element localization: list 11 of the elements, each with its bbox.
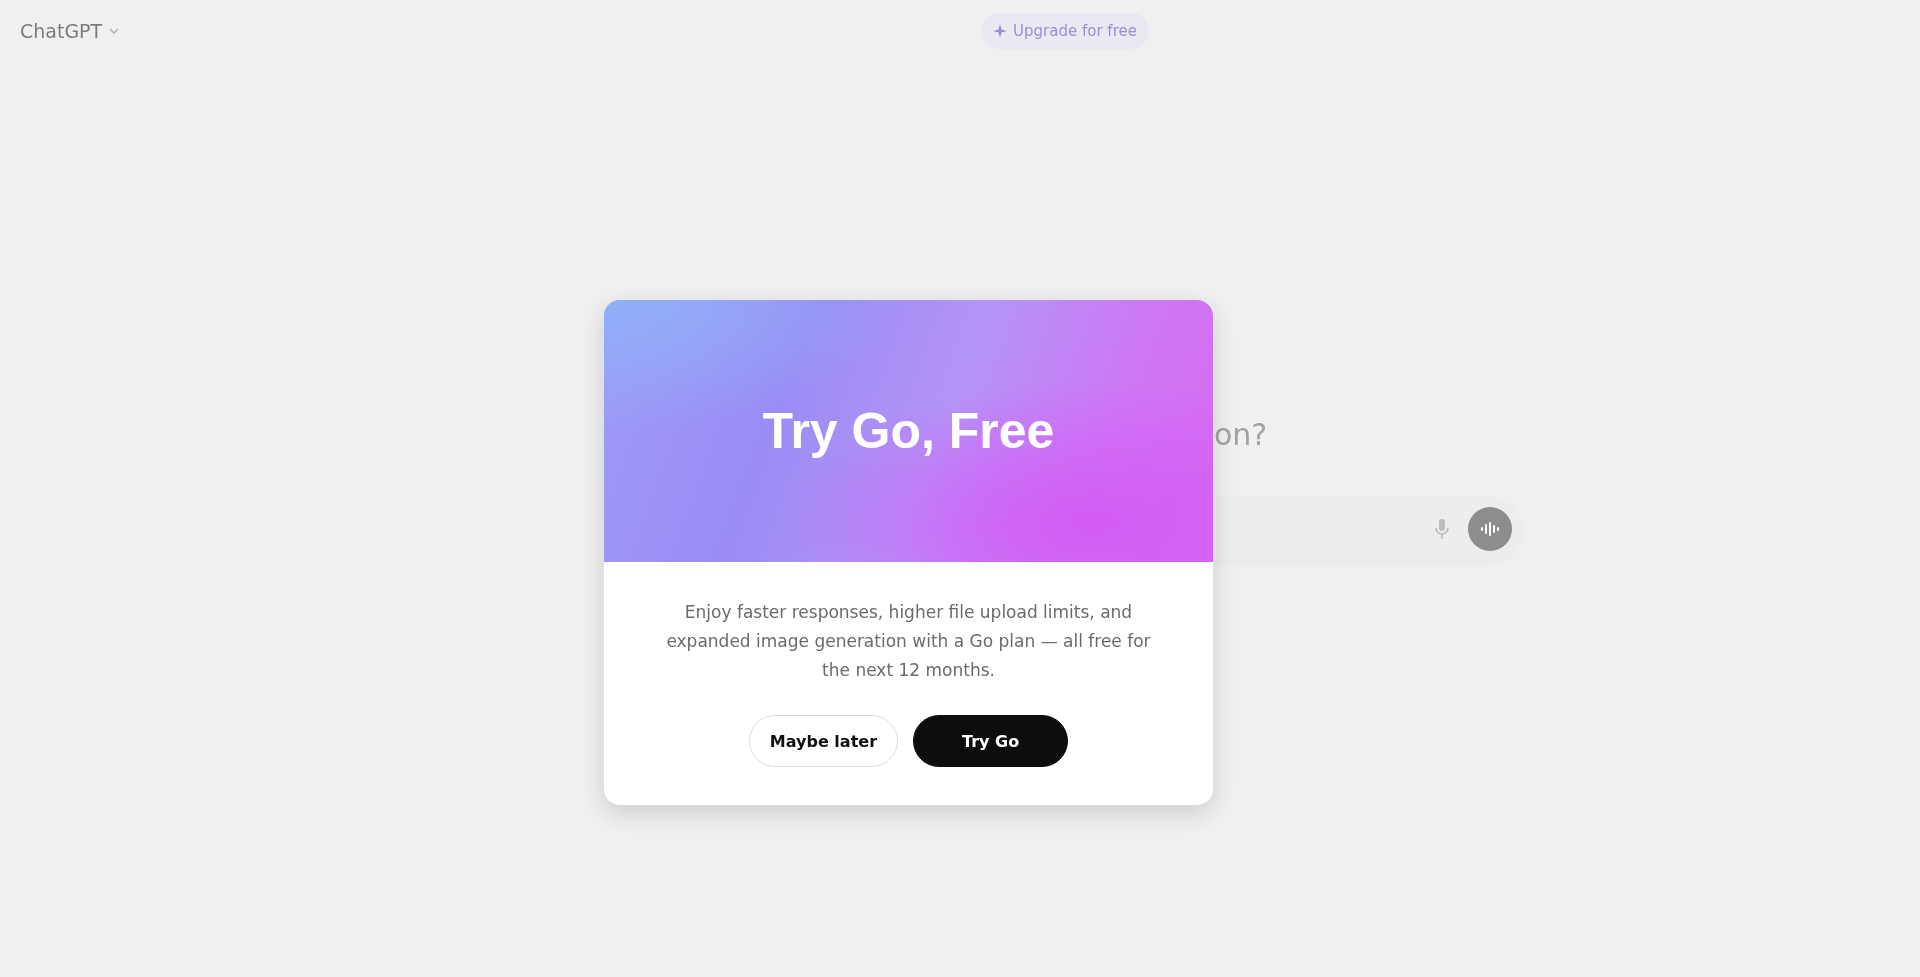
- app-name[interactable]: ChatGPT: [20, 20, 103, 42]
- voice-button[interactable]: [1468, 507, 1512, 551]
- sparkle-icon: [993, 24, 1008, 38]
- microphone-icon[interactable]: [1434, 518, 1450, 540]
- waveform-icon: [1480, 521, 1500, 537]
- dialog-description: Enjoy faster responses, higher file upload limits, and expanded image generation with a Go plan — all free for the next 12 months.: [665, 601, 1152, 682]
- heading-text: on?: [1214, 417, 1268, 452]
- try-go-button[interactable]: Try Go: [913, 715, 1069, 767]
- dialog-title: Try Go, Free: [762, 402, 1055, 460]
- chevron-down-icon[interactable]: [108, 27, 121, 35]
- dismiss-button[interactable]: Maybe later: [748, 715, 898, 767]
